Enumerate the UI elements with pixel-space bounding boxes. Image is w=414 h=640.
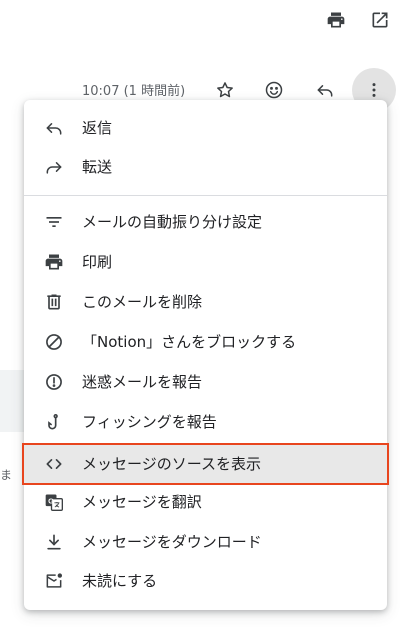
emoji-reaction-icon[interactable] [262, 78, 286, 102]
background-text: ま [0, 468, 13, 482]
message-time: 10:07 (1 時間前) [82, 84, 186, 99]
filter-icon [44, 212, 64, 232]
svg-text:G: G [48, 496, 54, 505]
menu-item-label: メッセージを翻訳 [82, 493, 202, 511]
menu-item-delete[interactable]: このメールを削除 [24, 283, 387, 321]
menu-item-print[interactable]: 印刷 [24, 243, 387, 281]
menu-item-report-phishing[interactable]: フィッシングを報告 [24, 403, 387, 441]
reply-icon [44, 118, 64, 138]
block-icon [44, 332, 64, 352]
translate-icon: G [44, 492, 64, 512]
menu-item-label: 返信 [82, 119, 113, 137]
print-icon [44, 252, 64, 272]
phishing-icon [44, 412, 64, 432]
star-icon[interactable] [213, 78, 237, 102]
menu-item-label: 迷惑メールを報告 [82, 373, 203, 391]
more-vert-icon [372, 83, 376, 97]
print-all-icon[interactable] [324, 8, 348, 32]
menu-item-label: 「Notion」さんをブロックする [82, 333, 297, 351]
top-toolbar [324, 8, 392, 32]
highlight-annotation-box [22, 443, 389, 485]
mark-unread-icon [44, 571, 64, 591]
menu-item-label: 転送 [82, 158, 113, 176]
menu-item-mark-unread[interactable]: 未読にする [24, 562, 387, 600]
background-panel [0, 370, 26, 432]
menu-item-label: 未読にする [82, 572, 158, 590]
menu-item-block-sender[interactable]: 「Notion」さんをブロックする [24, 323, 387, 361]
menu-item-filter[interactable]: メールの自動振り分け設定 [24, 203, 387, 241]
menu-item-report-spam[interactable]: 迷惑メールを報告 [24, 363, 387, 401]
trash-icon [44, 292, 64, 312]
menu-item-label: メッセージをダウンロード [82, 533, 262, 551]
reply-header-icon[interactable] [313, 78, 337, 102]
menu-item-label: フィッシングを報告 [82, 413, 217, 431]
open-in-new-window-icon[interactable] [368, 8, 392, 32]
download-icon [44, 532, 64, 552]
menu-item-translate[interactable]: G メッセージを翻訳 [24, 483, 387, 521]
forward-icon [44, 157, 64, 177]
menu-item-download[interactable]: メッセージをダウンロード [24, 523, 387, 561]
menu-item-label: このメールを削除 [82, 293, 203, 311]
spam-icon [44, 372, 64, 392]
menu-divider [24, 195, 387, 196]
menu-item-reply[interactable]: 返信 [24, 109, 387, 147]
menu-item-forward[interactable]: 転送 [24, 148, 387, 186]
message-options-menu: 返信 転送 メールの自動振り分け設定 印刷 このメールを削除 「Notion」さ… [24, 100, 387, 610]
menu-item-label: 印刷 [82, 253, 113, 271]
menu-item-label: メールの自動振り分け設定 [82, 213, 263, 231]
